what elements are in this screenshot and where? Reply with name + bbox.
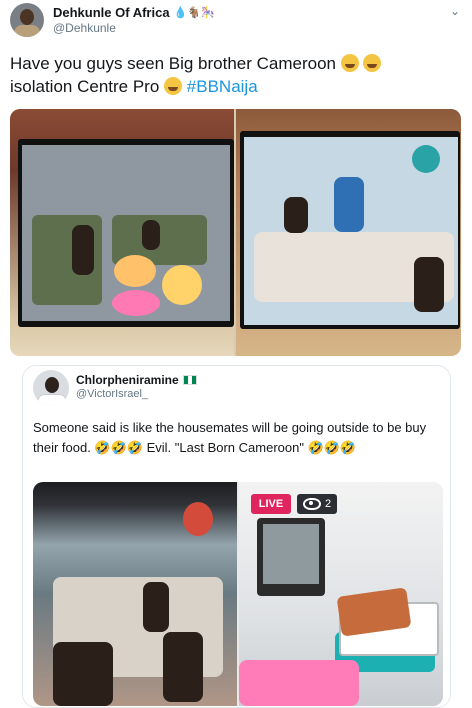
tweet-text-line-1: Have you guys seen Big brother Cameroon <box>10 52 450 75</box>
poster <box>183 502 213 536</box>
flag-icon <box>182 375 197 385</box>
quoted-display-name[interactable]: Chlorpheniramine <box>76 373 179 387</box>
tweet-text: Have you guys seen Big brother Cameroon … <box>10 52 450 98</box>
tweet-text-line-2: isolation Centre Pro #BBNaija <box>10 77 258 96</box>
tweet-card: Dehkunle Of Africa 💧🐐🎠 @Dehkunle ⌄ Have … <box>0 0 472 708</box>
live-badge: LIVE <box>251 494 291 514</box>
person <box>142 220 160 250</box>
handle[interactable]: @Dehkunle <box>53 21 116 35</box>
pouf-yellow <box>162 265 202 305</box>
quoted-author-row: Chlorpheniramine <box>76 373 197 387</box>
laugh-emoji-icon <box>164 77 183 95</box>
viewer-count: 2 <box>297 494 338 514</box>
hashtag-link[interactable]: #BBNaija <box>187 77 258 96</box>
lamp-shade <box>412 145 440 173</box>
author-row: Dehkunle Of Africa 💧🐐🎠 <box>53 4 215 20</box>
window-glass <box>263 524 319 584</box>
eye-icon <box>303 498 321 510</box>
laugh-emoji-icon <box>340 54 359 72</box>
avatar[interactable] <box>10 3 44 37</box>
person <box>143 582 169 632</box>
viewer-count-value: 2 <box>325 498 332 510</box>
avatar-shirt <box>14 25 40 37</box>
person <box>284 197 308 233</box>
person <box>414 257 444 312</box>
quoted-media-left[interactable] <box>33 482 237 706</box>
avatar-face <box>45 377 59 393</box>
quoted-avatar[interactable] <box>33 370 69 406</box>
person <box>53 642 113 706</box>
pink-bed <box>239 660 359 706</box>
laugh-emoji-icon <box>363 54 382 72</box>
name-emojis: 💧🐐🎠 <box>173 6 215 19</box>
quoted-tweet[interactable]: Chlorpheniramine @VictorIsrael_ Someone … <box>22 365 451 708</box>
media-right-panel[interactable] <box>236 109 461 356</box>
quoted-handle[interactable]: @VictorIsrael_ <box>76 388 148 400</box>
person <box>72 225 94 275</box>
person <box>334 177 364 232</box>
pouf-pink <box>112 290 160 316</box>
avatar-face <box>20 9 34 25</box>
quoted-media[interactable]: LIVE 2 <box>33 482 443 706</box>
person <box>163 632 203 702</box>
tv-screen <box>244 137 458 325</box>
display-name[interactable]: Dehkunle Of Africa <box>53 5 170 20</box>
quoted-media-right[interactable]: LIVE 2 <box>239 482 443 706</box>
tweet-media[interactable] <box>10 109 461 356</box>
quoted-text: Someone said is like the housemates will… <box>33 420 427 455</box>
chevron-down-icon[interactable]: ⌄ <box>450 4 460 18</box>
pouf-orange <box>114 255 156 287</box>
tv-screen <box>22 145 230 321</box>
avatar-shirt <box>37 394 67 406</box>
window <box>257 518 325 596</box>
media-left-panel[interactable] <box>10 109 234 356</box>
